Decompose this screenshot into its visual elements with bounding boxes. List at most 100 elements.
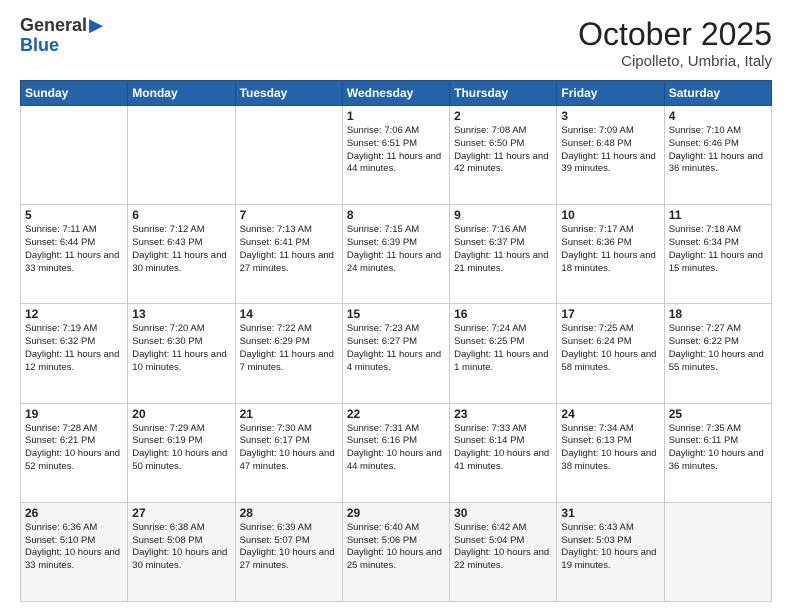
day-number: 27 — [132, 506, 230, 520]
day-number: 25 — [669, 407, 767, 421]
page-title: October 2025 — [578, 16, 772, 53]
day-number: 17 — [561, 307, 659, 321]
cell-info: Sunrise: 7:20 AM Sunset: 6:30 PM Dayligh… — [132, 323, 230, 374]
cell-info: Sunrise: 7:25 AM Sunset: 6:24 PM Dayligh… — [561, 323, 659, 374]
day-number: 14 — [240, 307, 338, 321]
cell-info: Sunrise: 7:30 AM Sunset: 6:17 PM Dayligh… — [240, 423, 338, 474]
calendar-cell: 21 Sunrise: 7:30 AM Sunset: 6:17 PM Dayli… — [235, 403, 342, 502]
day-number: 9 — [454, 208, 552, 222]
logo-blue-text: Blue — [20, 36, 103, 56]
day-number: 18 — [669, 307, 767, 321]
day-number: 16 — [454, 307, 552, 321]
cell-info: Sunrise: 7:29 AM Sunset: 6:19 PM Dayligh… — [132, 423, 230, 474]
calendar-cell: 20 Sunrise: 7:29 AM Sunset: 6:19 PM Dayli… — [128, 403, 235, 502]
cell-info: Sunrise: 7:11 AM Sunset: 6:44 PM Dayligh… — [25, 224, 123, 275]
day-number: 10 — [561, 208, 659, 222]
calendar-header-row: SundayMondayTuesdayWednesdayThursdayFrid… — [21, 81, 772, 106]
day-number: 1 — [347, 109, 445, 123]
day-number: 22 — [347, 407, 445, 421]
day-header-thursday: Thursday — [450, 81, 557, 106]
calendar-cell: 4 Sunrise: 7:10 AM Sunset: 6:46 PM Daylig… — [664, 106, 771, 205]
day-number: 21 — [240, 407, 338, 421]
page: General Blue October 2025 Cipolleto, Umb… — [0, 0, 792, 612]
logo-general-text: General — [20, 15, 87, 35]
calendar-cell: 28 Sunrise: 6:39 AM Sunset: 5:07 PM Dayli… — [235, 502, 342, 601]
day-number: 20 — [132, 407, 230, 421]
cell-info: Sunrise: 6:38 AM Sunset: 5:08 PM Dayligh… — [132, 522, 230, 573]
cell-info: Sunrise: 7:06 AM Sunset: 6:51 PM Dayligh… — [347, 125, 445, 176]
cell-info: Sunrise: 7:34 AM Sunset: 6:13 PM Dayligh… — [561, 423, 659, 474]
day-number: 15 — [347, 307, 445, 321]
cell-info: Sunrise: 7:18 AM Sunset: 6:34 PM Dayligh… — [669, 224, 767, 275]
calendar-cell: 14 Sunrise: 7:22 AM Sunset: 6:29 PM Dayli… — [235, 304, 342, 403]
day-number: 31 — [561, 506, 659, 520]
cell-info: Sunrise: 7:33 AM Sunset: 6:14 PM Dayligh… — [454, 423, 552, 474]
cell-info: Sunrise: 7:28 AM Sunset: 6:21 PM Dayligh… — [25, 423, 123, 474]
calendar-cell: 31 Sunrise: 6:43 AM Sunset: 5:03 PM Dayli… — [557, 502, 664, 601]
cell-info: Sunrise: 7:22 AM Sunset: 6:29 PM Dayligh… — [240, 323, 338, 374]
calendar-cell: 2Sunrise: 7:08 AM Sunset: 6:50 PM Daylig… — [450, 106, 557, 205]
day-number: 13 — [132, 307, 230, 321]
calendar-cell: 7Sunrise: 7:13 AM Sunset: 6:41 PM Daylig… — [235, 205, 342, 304]
calendar-cell — [235, 106, 342, 205]
calendar-cell: 25 Sunrise: 7:35 AM Sunset: 6:11 PM Dayli… — [664, 403, 771, 502]
cell-info: Sunrise: 7:10 AM Sunset: 6:46 PM Dayligh… — [669, 125, 767, 176]
cell-info: Sunrise: 7:35 AM Sunset: 6:11 PM Dayligh… — [669, 423, 767, 474]
calendar-table: SundayMondayTuesdayWednesdayThursdayFrid… — [20, 80, 772, 602]
calendar-cell: 10 Sunrise: 7:17 AM Sunset: 6:36 PM Dayli… — [557, 205, 664, 304]
calendar-cell: 23 Sunrise: 7:33 AM Sunset: 6:14 PM Dayli… — [450, 403, 557, 502]
day-header-monday: Monday — [128, 81, 235, 106]
cell-info: Sunrise: 7:17 AM Sunset: 6:36 PM Dayligh… — [561, 224, 659, 275]
cell-info: Sunrise: 7:15 AM Sunset: 6:39 PM Dayligh… — [347, 224, 445, 275]
header: General Blue October 2025 Cipolleto, Umb… — [20, 16, 772, 70]
day-number: 19 — [25, 407, 123, 421]
day-number: 11 — [669, 208, 767, 222]
calendar-cell: 26 Sunrise: 6:36 AM Sunset: 5:10 PM Dayli… — [21, 502, 128, 601]
day-number: 24 — [561, 407, 659, 421]
day-header-friday: Friday — [557, 81, 664, 106]
day-number: 28 — [240, 506, 338, 520]
calendar-week-3: 19 Sunrise: 7:28 AM Sunset: 6:21 PM Dayli… — [21, 403, 772, 502]
day-number: 23 — [454, 407, 552, 421]
cell-info: Sunrise: 6:43 AM Sunset: 5:03 PM Dayligh… — [561, 522, 659, 573]
calendar-cell: 8 Sunrise: 7:15 AM Sunset: 6:39 PM Daylig… — [342, 205, 449, 304]
cell-info: Sunrise: 7:08 AM Sunset: 6:50 PM Dayligh… — [454, 125, 552, 176]
day-number: 8 — [347, 208, 445, 222]
calendar-cell: 15 Sunrise: 7:23 AM Sunset: 6:27 PM Dayli… — [342, 304, 449, 403]
calendar-cell: 24 Sunrise: 7:34 AM Sunset: 6:13 PM Dayli… — [557, 403, 664, 502]
calendar-cell: 17 Sunrise: 7:25 AM Sunset: 6:24 PM Dayli… — [557, 304, 664, 403]
cell-info: Sunrise: 6:42 AM Sunset: 5:04 PM Dayligh… — [454, 522, 552, 573]
day-number: 6 — [132, 208, 230, 222]
logo-arrow-icon — [89, 19, 103, 33]
page-subtitle: Cipolleto, Umbria, Italy — [578, 53, 772, 70]
calendar-cell: 22Sunrise: 7:31 AM Sunset: 6:16 PM Dayli… — [342, 403, 449, 502]
day-number: 29 — [347, 506, 445, 520]
calendar-cell: 9Sunrise: 7:16 AM Sunset: 6:37 PM Daylig… — [450, 205, 557, 304]
day-number: 26 — [25, 506, 123, 520]
day-number: 12 — [25, 307, 123, 321]
calendar-cell: 29 Sunrise: 6:40 AM Sunset: 5:06 PM Dayli… — [342, 502, 449, 601]
calendar-week-0: 1 Sunrise: 7:06 AM Sunset: 6:51 PM Daylig… — [21, 106, 772, 205]
cell-info: Sunrise: 7:09 AM Sunset: 6:48 PM Dayligh… — [561, 125, 659, 176]
cell-info: Sunrise: 7:24 AM Sunset: 6:25 PM Dayligh… — [454, 323, 552, 374]
cell-info: Sunrise: 6:40 AM Sunset: 5:06 PM Dayligh… — [347, 522, 445, 573]
cell-info: Sunrise: 7:19 AM Sunset: 6:32 PM Dayligh… — [25, 323, 123, 374]
day-number: 30 — [454, 506, 552, 520]
day-number: 4 — [669, 109, 767, 123]
calendar-cell: 5Sunrise: 7:11 AM Sunset: 6:44 PM Daylig… — [21, 205, 128, 304]
calendar-cell: 18Sunrise: 7:27 AM Sunset: 6:22 PM Dayli… — [664, 304, 771, 403]
cell-info: Sunrise: 6:39 AM Sunset: 5:07 PM Dayligh… — [240, 522, 338, 573]
cell-info: Sunrise: 6:36 AM Sunset: 5:10 PM Dayligh… — [25, 522, 123, 573]
day-header-tuesday: Tuesday — [235, 81, 342, 106]
calendar-week-4: 26 Sunrise: 6:36 AM Sunset: 5:10 PM Dayli… — [21, 502, 772, 601]
calendar-cell — [664, 502, 771, 601]
calendar-cell: 16 Sunrise: 7:24 AM Sunset: 6:25 PM Dayli… — [450, 304, 557, 403]
day-header-saturday: Saturday — [664, 81, 771, 106]
cell-info: Sunrise: 7:13 AM Sunset: 6:41 PM Dayligh… — [240, 224, 338, 275]
logo-line1: General — [20, 16, 103, 36]
calendar-cell: 30 Sunrise: 6:42 AM Sunset: 5:04 PM Dayli… — [450, 502, 557, 601]
cell-info: Sunrise: 7:23 AM Sunset: 6:27 PM Dayligh… — [347, 323, 445, 374]
logo: General Blue — [20, 16, 103, 56]
calendar-cell: 11 Sunrise: 7:18 AM Sunset: 6:34 PM Dayli… — [664, 205, 771, 304]
calendar-cell: 6Sunrise: 7:12 AM Sunset: 6:43 PM Daylig… — [128, 205, 235, 304]
